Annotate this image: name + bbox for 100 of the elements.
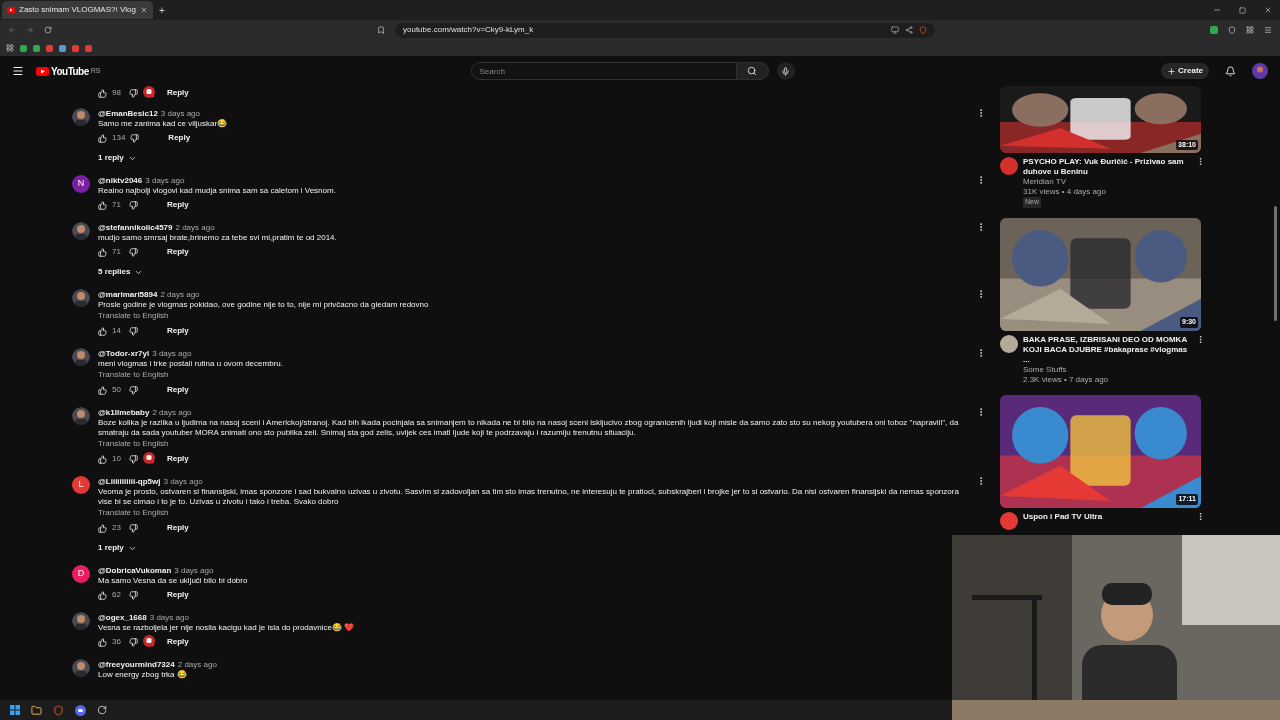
reply-button[interactable]: Reply — [164, 199, 192, 211]
extensions-icon[interactable] — [1246, 26, 1254, 34]
reply-button[interactable]: Reply — [164, 636, 192, 648]
like-icon[interactable] — [98, 247, 107, 257]
comment-author[interactable]: @Liiiiiiiiiii-qp5wj — [98, 475, 161, 488]
close-icon[interactable] — [1264, 6, 1272, 14]
folder-icon[interactable] — [31, 704, 42, 716]
new-tab-button[interactable]: + — [158, 2, 165, 18]
comment-time[interactable]: 3 days ago — [163, 475, 203, 488]
like-icon[interactable] — [98, 385, 107, 395]
comment-time[interactable]: 2 days ago — [160, 288, 200, 301]
like-icon[interactable] — [98, 88, 107, 98]
like-icon[interactable] — [98, 326, 107, 336]
extension-icon[interactable] — [1210, 26, 1218, 34]
channel-avatar[interactable] — [1000, 334, 1018, 353]
video-title[interactable]: PSYCHO PLAY: Vuk Đuričić - Prizivao sam duhove u Beninu — [1023, 157, 1191, 177]
cast-icon[interactable] — [891, 26, 899, 34]
comment-time[interactable]: 3 days ago — [174, 564, 214, 577]
translate-link[interactable]: Translate to English — [98, 507, 169, 519]
dislike-icon[interactable] — [129, 385, 138, 395]
like-icon[interactable] — [98, 637, 107, 647]
reply-button[interactable]: Reply — [164, 589, 192, 601]
replies-toggle[interactable]: 1 reply — [98, 541, 137, 555]
dislike-icon[interactable] — [129, 326, 138, 336]
account-avatar[interactable] — [1252, 63, 1268, 79]
comment-time[interactable]: 3 days ago — [152, 347, 192, 360]
reply-button[interactable]: Reply — [164, 325, 192, 337]
scrollbar-thumb[interactable] — [1274, 206, 1277, 321]
channel-avatar[interactable] — [1000, 157, 1018, 175]
more-icon[interactable] — [1196, 157, 1205, 166]
dislike-icon[interactable] — [130, 133, 140, 143]
like-icon[interactable] — [98, 200, 107, 210]
search-button[interactable] — [736, 62, 769, 80]
translate-link[interactable]: Translate to English — [98, 369, 169, 381]
user-avatar[interactable]: L — [72, 476, 90, 494]
browser-tab[interactable]: Zasto snimam VLOGMAS?! Vlog — [2, 1, 153, 19]
notifications-icon[interactable] — [1225, 65, 1236, 77]
reply-button[interactable]: Reply — [164, 453, 192, 465]
shield-icon[interactable] — [919, 26, 927, 34]
address-bar[interactable]: youtube.com/watch?v=Cky9-kLym_k — [395, 22, 935, 38]
dislike-icon[interactable] — [129, 523, 138, 533]
like-icon[interactable] — [98, 133, 107, 143]
apps-icon[interactable] — [6, 44, 14, 52]
channel-avatar[interactable] — [1000, 511, 1018, 530]
video-title[interactable]: BAKA PRASE, IZBRISANI DEO OD MOMKA KOJI BACA DJUBRE #bakaprase #vlogmas ... — [1023, 334, 1191, 365]
dislike-icon[interactable] — [129, 247, 138, 257]
like-icon[interactable] — [98, 454, 107, 464]
channel-name[interactable]: Meridian TV — [1023, 177, 1191, 187]
windows-icon[interactable] — [10, 705, 20, 715]
video-title[interactable]: Uspon i Pad TV Ultra — [1023, 511, 1191, 522]
menu-icon[interactable] — [12, 65, 24, 77]
reply-button[interactable]: Reply — [164, 87, 192, 99]
comment-author[interactable]: @k1llmebaby — [98, 406, 150, 419]
comment-author[interactable]: @Todor-xr7yl — [98, 347, 150, 360]
like-icon[interactable] — [98, 590, 107, 600]
more-icon[interactable] — [1196, 511, 1205, 521]
dislike-icon[interactable] — [129, 88, 138, 98]
reply-button[interactable]: Reply — [164, 384, 192, 396]
reload-icon[interactable] — [44, 26, 52, 34]
user-avatar[interactable]: D — [72, 565, 90, 583]
reply-button[interactable]: Reply — [164, 522, 192, 534]
maximize-icon[interactable] — [1239, 6, 1246, 14]
chat-app-icon[interactable] — [75, 704, 86, 716]
like-icon[interactable] — [98, 523, 107, 533]
translate-link[interactable]: Translate to English — [98, 310, 169, 322]
comment-time[interactable]: 2 days ago — [152, 406, 192, 419]
comment-author[interactable]: @stefannikolic4579 — [98, 221, 173, 234]
dislike-icon[interactable] — [129, 454, 138, 464]
dislike-icon[interactable] — [129, 200, 138, 210]
comment-author[interactable]: @marimari5894 — [98, 288, 158, 301]
reply-button[interactable]: Reply — [165, 132, 194, 144]
comment-time[interactable]: 3 days ago — [160, 107, 200, 120]
replies-toggle[interactable]: 5 replies — [98, 265, 144, 279]
app-icon[interactable] — [97, 705, 107, 715]
bookmark-icon[interactable] — [377, 26, 385, 34]
replies-toggle[interactable]: 1 reply — [98, 151, 137, 165]
comment-author[interactable]: @niktv2046 — [98, 174, 143, 187]
reply-button[interactable]: Reply — [164, 246, 192, 258]
dislike-icon[interactable] — [129, 590, 138, 600]
microphone-button[interactable] — [776, 62, 795, 80]
comment-time[interactable]: 3 days ago — [145, 174, 185, 187]
channel-name[interactable]: Some Stuffs — [1023, 364, 1191, 375]
translate-link[interactable]: Translate to English — [98, 438, 169, 450]
comment-author[interactable]: @freeyourmind7324 — [98, 658, 175, 671]
comment-author[interactable]: @DobricaVukoman — [98, 564, 172, 577]
comment-time[interactable]: 2 days ago — [177, 658, 217, 671]
close-icon[interactable] — [139, 6, 148, 14]
shield-icon[interactable] — [1228, 26, 1236, 34]
comment-text: meni vlogmas i trke postali rutina u ovom decembru. — [98, 359, 284, 369]
browser-icon[interactable] — [53, 704, 64, 716]
more-icon[interactable] — [1196, 334, 1205, 344]
dislike-icon[interactable] — [129, 637, 138, 647]
comment-author[interactable]: @EmanBesic12 — [98, 107, 158, 120]
comment-author[interactable]: @ogex_1668 — [98, 611, 147, 624]
comment-time[interactable]: 2 days ago — [175, 221, 215, 234]
user-avatar[interactable]: N — [72, 175, 90, 193]
share-icon[interactable] — [905, 26, 913, 34]
create-button[interactable]: Create — [1161, 63, 1209, 79]
comment-time[interactable]: 3 days ago — [149, 611, 189, 624]
search-field[interactable]: Search — [470, 62, 737, 80]
